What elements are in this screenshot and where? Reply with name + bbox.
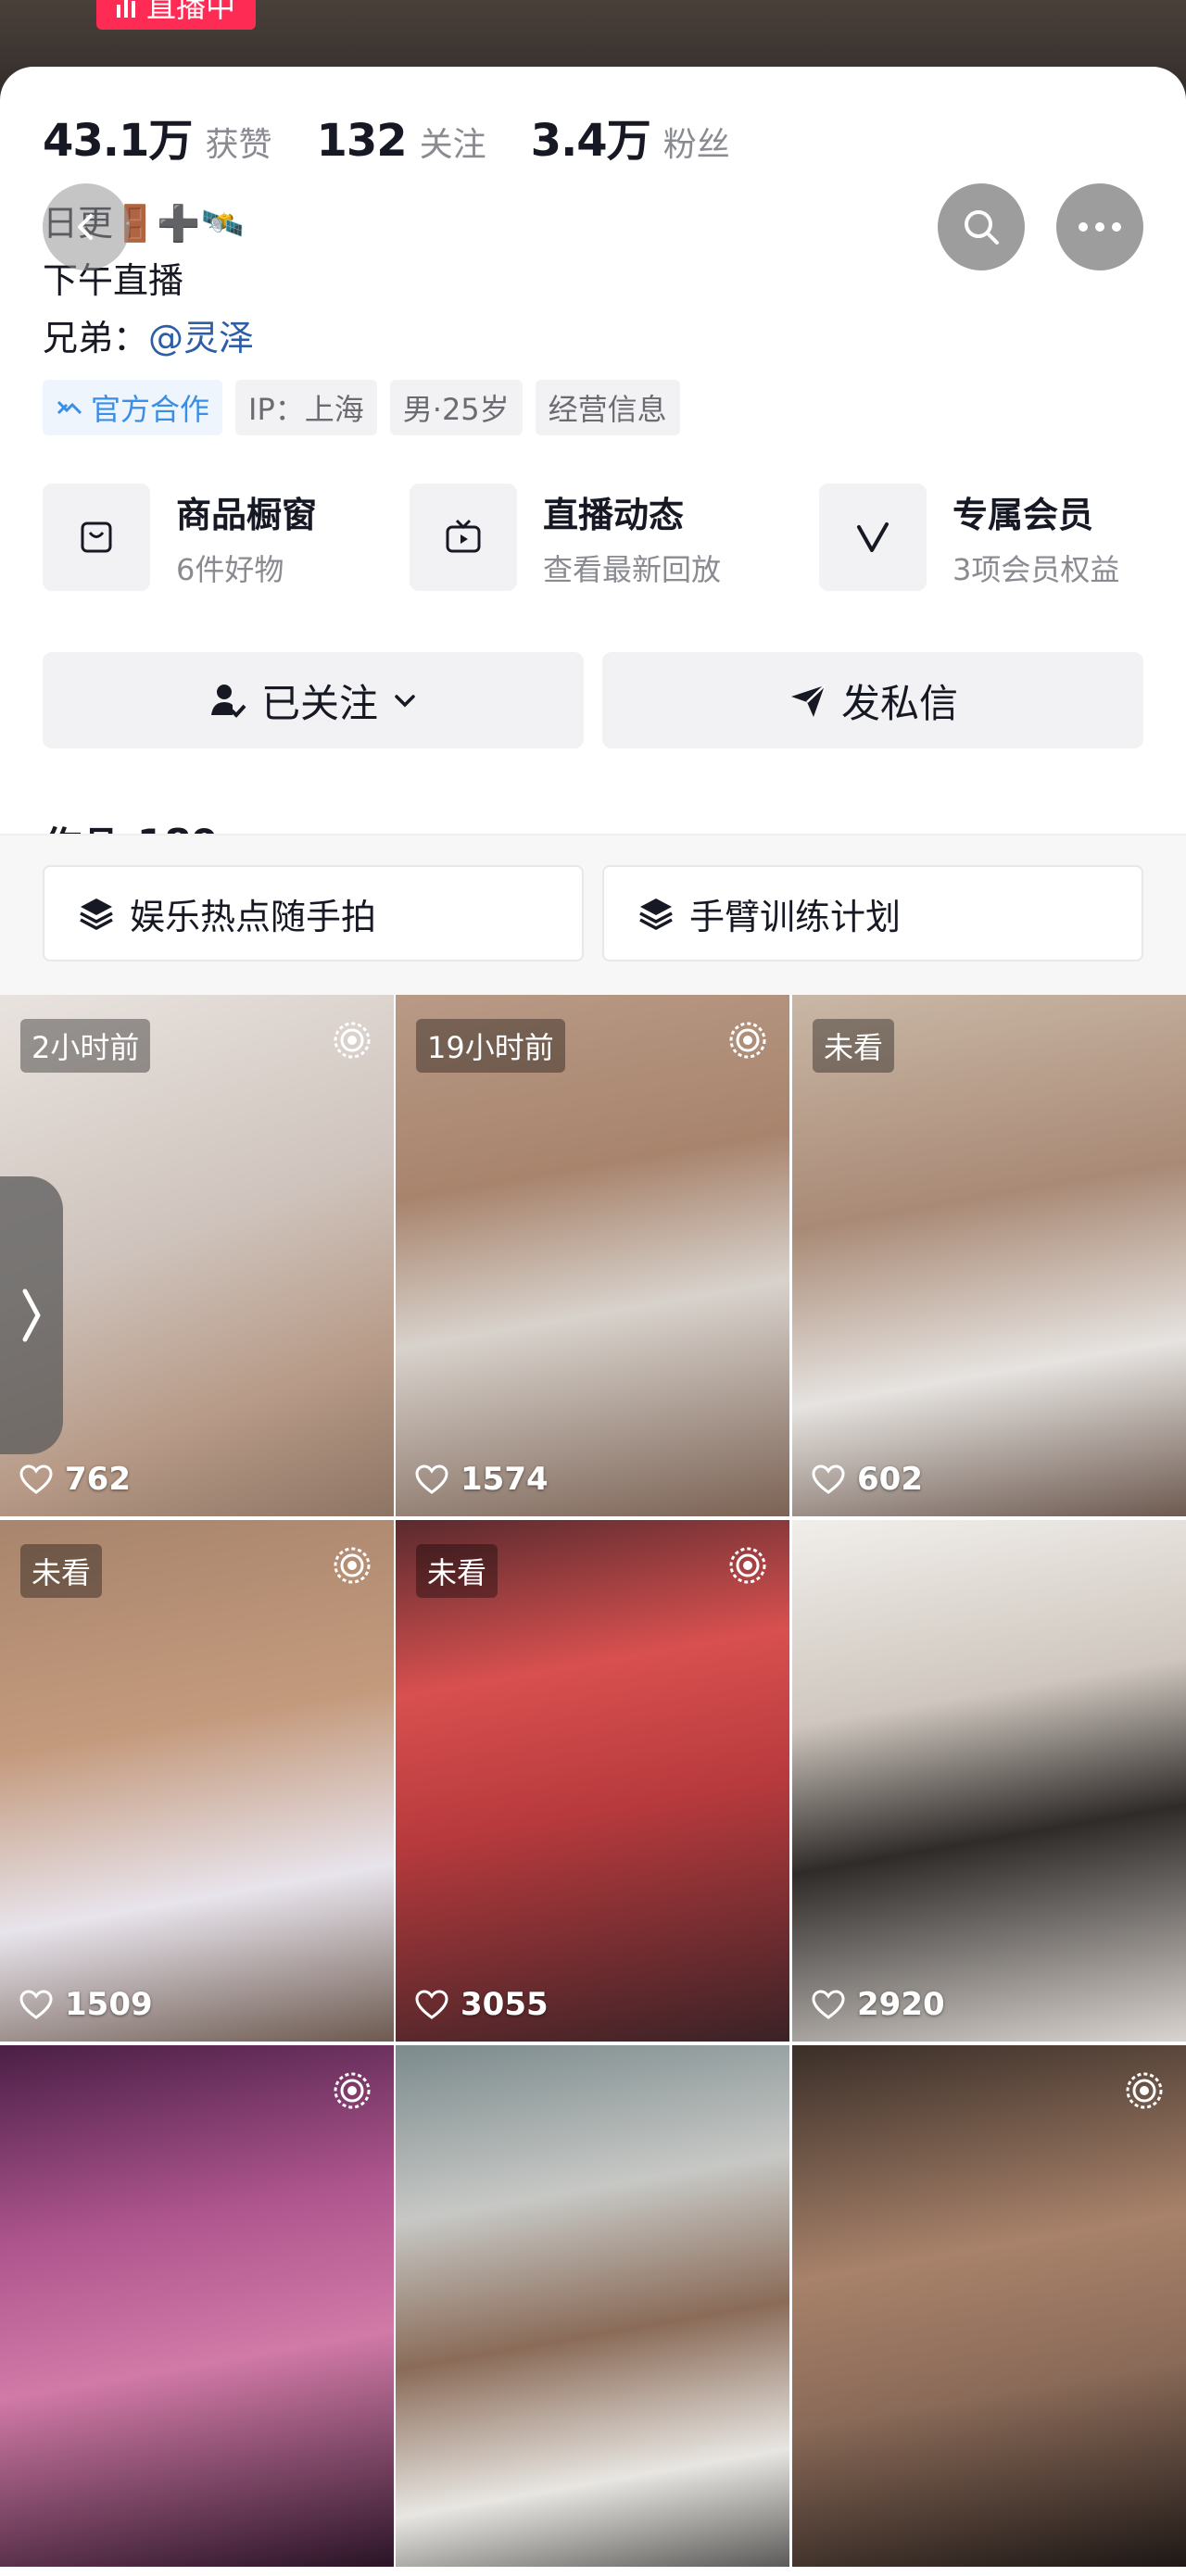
- live-ring-icon: [334, 2072, 371, 2109]
- heart-icon: [812, 1464, 845, 1494]
- stat-following-label: 关注: [419, 126, 486, 164]
- video-time-label: 2小时前: [20, 1019, 151, 1073]
- bio-brother-label: 兄弟：: [43, 318, 149, 358]
- search-button[interactable]: [938, 183, 1025, 270]
- video-likes: 1509: [19, 1986, 153, 2023]
- stat-followers-value: 3.4万: [530, 115, 651, 167]
- profile-tags: 官方合作 IP：上海 男·25岁 经营信息: [43, 380, 680, 435]
- heart-icon: [415, 1464, 448, 1494]
- message-label: 发私信: [840, 680, 958, 726]
- heart-icon: [812, 1990, 845, 2019]
- video-likes: 2920: [811, 1986, 945, 2023]
- following-button[interactable]: 已关注: [43, 652, 584, 748]
- video-tile-7[interactable]: [0, 2045, 394, 2567]
- video-tile-4[interactable]: 未看 1509: [0, 1520, 394, 2042]
- service-live-updates[interactable]: 直播动态 查看最新回放: [410, 484, 721, 591]
- live-ring-icon: [334, 1022, 371, 1059]
- tag-ip: IP：上海: [235, 380, 377, 435]
- handshake-icon: [57, 400, 82, 415]
- heart-icon: [19, 1990, 53, 2019]
- chevron-down-icon: [395, 695, 415, 708]
- stat-likes-value: 43.1万: [43, 115, 193, 167]
- search-icon: [965, 210, 999, 245]
- service-member-sub: 3项会员权益: [953, 551, 1120, 587]
- following-label: 已关注: [260, 680, 378, 726]
- collection-entertainment-label: 娱乐热点随手拍: [130, 896, 377, 937]
- video-tile-9[interactable]: [792, 2045, 1186, 2567]
- live-bars-icon: [117, 0, 135, 18]
- video-tile-2[interactable]: 19小时前 1574: [396, 995, 789, 1516]
- chevron-left-icon: [78, 214, 93, 240]
- tag-gender-age: 男·25岁: [389, 380, 523, 435]
- v-icon: [819, 484, 927, 591]
- stat-likes-label: 获赞: [205, 126, 272, 164]
- service-shop-title: 商品橱窗: [176, 494, 318, 535]
- video-likes: 602: [811, 1461, 923, 1498]
- stat-likes[interactable]: 43.1万 获赞: [43, 104, 271, 169]
- service-membership[interactable]: 专属会员 3项会员权益: [819, 484, 1119, 591]
- video-unseen-label: 未看: [20, 1544, 103, 1598]
- more-dots-icon: [1079, 222, 1121, 232]
- video-likes-count: 762: [65, 1461, 131, 1498]
- video-grid: 2小时前 762 19小时前 1574 未看 602 未看 1509 未看 30…: [0, 995, 1186, 2576]
- video-likes: 1574: [414, 1461, 549, 1498]
- collections-bar: 娱乐热点随手拍 手臂训练计划: [0, 836, 1186, 995]
- video-tile-8[interactable]: [396, 2045, 789, 2567]
- tag-business-info[interactable]: 经营信息: [535, 380, 680, 435]
- video-likes: 762: [19, 1461, 131, 1498]
- profile-stats: 43.1万 获赞 132 关注 3.4万 粉丝: [43, 104, 730, 169]
- bag-icon: [43, 484, 150, 591]
- collection-arm-training-label: 手臂训练计划: [689, 896, 902, 937]
- back-button[interactable]: [43, 183, 130, 270]
- tv-icon: [410, 484, 517, 591]
- more-button[interactable]: [1056, 183, 1143, 270]
- service-live-title: 直播动态: [543, 494, 685, 535]
- service-live-sub: 查看最新回放: [543, 551, 722, 587]
- video-likes-count: 1509: [65, 1986, 153, 2023]
- heart-icon: [19, 1464, 53, 1494]
- bio-line-3: 兄弟：@灵泽: [43, 309, 254, 360]
- service-shop-window[interactable]: 商品橱窗 6件好物: [43, 484, 317, 591]
- service-shop-sub: 6件好物: [176, 551, 284, 587]
- live-badge-label: 直播中: [146, 0, 236, 24]
- video-unseen-label: 未看: [416, 1544, 498, 1598]
- video-tile-3[interactable]: 未看 602: [792, 995, 1186, 1516]
- collection-arm-training[interactable]: 手臂训练计划: [602, 865, 1143, 961]
- video-unseen-label: 未看: [813, 1019, 895, 1073]
- video-likes-count: 1574: [461, 1461, 549, 1498]
- side-drawer-handle[interactable]: [0, 1176, 63, 1454]
- tag-official-label: 官方合作: [91, 392, 210, 427]
- layers-icon: [80, 898, 113, 930]
- mention-link[interactable]: @灵泽: [148, 318, 254, 358]
- send-icon: [790, 685, 826, 717]
- live-ring-icon: [1126, 2072, 1163, 2109]
- service-member-title: 专属会员: [953, 494, 1094, 535]
- stat-followers[interactable]: 3.4万 粉丝: [531, 104, 730, 169]
- live-ring-icon: [334, 1547, 371, 1584]
- video-likes-count: 3055: [461, 1986, 549, 2023]
- message-button[interactable]: 发私信: [602, 652, 1143, 748]
- live-badge[interactable]: 直播中: [96, 0, 257, 30]
- video-tile-6[interactable]: 2920: [792, 1520, 1186, 2042]
- user-check-icon: [210, 685, 246, 718]
- video-tile-5[interactable]: 未看 3055: [396, 1520, 789, 2042]
- chevron-right-icon: [22, 1288, 41, 1342]
- live-ring-icon: [729, 1022, 766, 1059]
- stat-following[interactable]: 132 关注: [316, 115, 486, 167]
- video-likes: 3055: [414, 1986, 549, 2023]
- stat-following-value: 132: [316, 115, 407, 167]
- live-ring-icon: [729, 1547, 766, 1584]
- tag-official[interactable]: 官方合作: [43, 380, 223, 435]
- video-time-label: 19小时前: [416, 1019, 565, 1073]
- collection-entertainment[interactable]: 娱乐热点随手拍: [43, 865, 584, 961]
- layers-icon: [639, 898, 673, 930]
- video-likes-count: 602: [857, 1461, 923, 1498]
- video-likes-count: 2920: [857, 1986, 945, 2023]
- stat-followers-label: 粉丝: [662, 126, 730, 164]
- service-row: 商品橱窗 6件好物 直播动态 查看最新回放 专属会员 3项会员权益: [43, 484, 1145, 602]
- heart-icon: [415, 1990, 448, 2019]
